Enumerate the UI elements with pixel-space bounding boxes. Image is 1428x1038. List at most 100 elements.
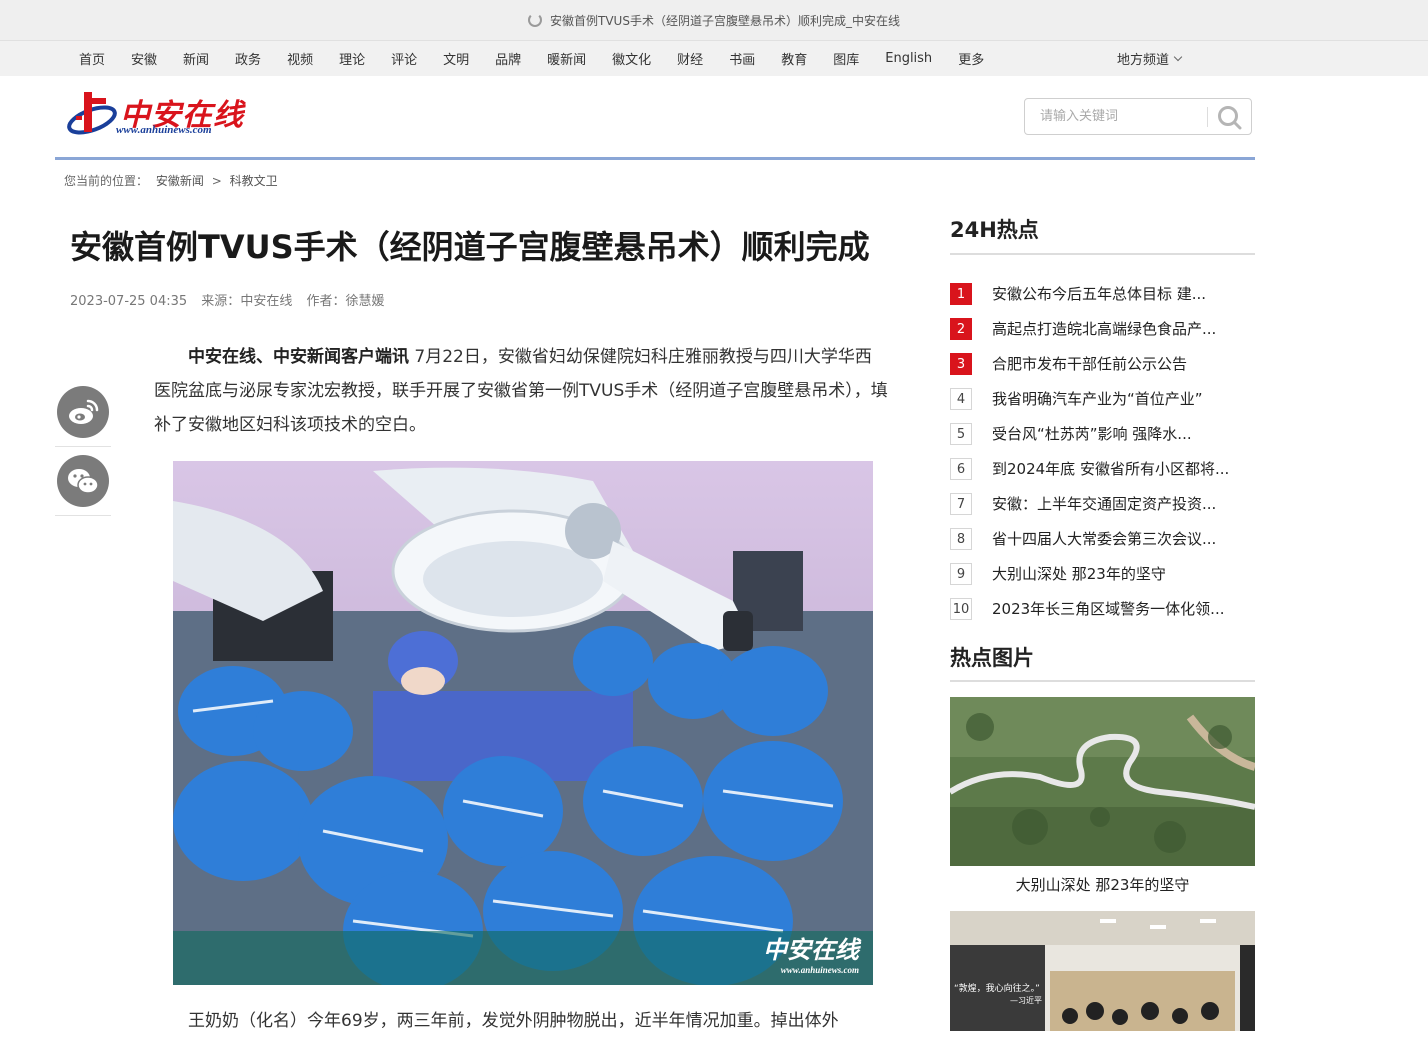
hot-list-item-text: 安徽：上半年交通固定资产投资... xyxy=(992,495,1217,513)
nav-item[interactable]: 品牌 xyxy=(482,49,534,68)
breadcrumb-separator: > xyxy=(211,174,222,188)
nav-item[interactable]: 新闻 xyxy=(170,49,222,68)
nav-item[interactable]: 图库 xyxy=(820,49,872,68)
nav-item[interactable]: 安徽 xyxy=(118,49,170,68)
hot-list-item[interactable]: 4 我省明确汽车产业为“首位产业” xyxy=(950,381,1255,416)
hot-picture-caption[interactable]: 大别山深处 那23年的坚守 xyxy=(950,874,1255,895)
site-logo[interactable]: 中安在线 www.anhuinews.com xyxy=(66,86,246,144)
hot-list-item[interactable]: 6 到2024年底 安徽省所有小区都将... xyxy=(950,451,1255,486)
nav-item[interactable]: 暖新闻 xyxy=(534,49,599,68)
chevron-down-icon xyxy=(1173,52,1183,61)
nav-item[interactable]: 更多 xyxy=(945,49,997,68)
article-photo: 中安在线 www.anhuinews.com xyxy=(173,461,873,985)
breadcrumb-label: 您当前的位置： xyxy=(64,174,149,188)
share-divider xyxy=(55,515,111,516)
rank-badge: 4 xyxy=(950,387,972,410)
share-wechat-button[interactable] xyxy=(57,455,109,507)
regional-channel-label: 地方频道 xyxy=(1117,53,1170,68)
weibo-icon xyxy=(69,399,99,424)
rank-badge: 3 xyxy=(950,352,972,375)
hot-list-item-text: 合肥市发布干部任前公示公告 xyxy=(992,355,1188,373)
logo-url: www.anhuinews.com xyxy=(116,124,212,136)
article-meta: 2023-07-25 04:35 来源：中安在线 作者：徐慧媛 xyxy=(70,290,395,309)
hot-list-item-text: 2023年长三角区域警务一体化领... xyxy=(992,600,1225,618)
source-label: 来源： xyxy=(201,294,241,309)
hot-picture-card[interactable]: “敦煌，我心向往之。” —习近平 xyxy=(950,911,1255,1031)
rank-badge: 9 xyxy=(950,562,972,585)
tab-title[interactable]: 安徽首例TVUS手术（经阴道子宫腹壁悬吊术）顺利完成_中安在线 xyxy=(550,12,900,29)
nav-item[interactable]: English xyxy=(872,51,945,66)
hot-list-item-text: 高起点打造皖北高端绿色食品产... xyxy=(992,320,1217,338)
wechat-icon xyxy=(68,469,99,494)
article-paragraph: 中安在线、中安新闻客户端讯 7月22日，安徽省妇幼保健院妇科庄雅丽教授与四川大学… xyxy=(154,340,888,442)
hot-list-item[interactable]: 3 合肥市发布干部任前公示公告 xyxy=(950,346,1255,381)
rank-badge: 10 xyxy=(950,597,972,620)
surgery-photo-image xyxy=(173,461,873,985)
nav-item[interactable]: 理论 xyxy=(326,49,378,68)
hot-list-item[interactable]: 7 安徽：上半年交通固定资产投资... xyxy=(950,486,1255,521)
nav-item[interactable]: 徽文化 xyxy=(599,49,664,68)
hot-pictures-heading: 热点图片 xyxy=(950,646,1034,670)
mountain-road-image xyxy=(950,697,1255,866)
hot-picture-card[interactable] xyxy=(950,697,1255,866)
hot-list-item-text: 我省明确汽车产业为“首位产业” xyxy=(992,390,1203,408)
nav-item[interactable]: 教育 xyxy=(768,49,820,68)
nav-item[interactable]: 文明 xyxy=(430,49,482,68)
hot-list-item[interactable]: 2 高起点打造皖北高端绿色食品产... xyxy=(950,311,1255,346)
logo-mark-icon xyxy=(67,92,117,135)
top-nav: 首页 安徽 新闻 政务 视频 理论 评论 文明 品牌 暖新闻 徽文化 财经 书画 教育 图库 English 更… xyxy=(0,41,1428,76)
article-paragraph: 王奶奶（化名）今年69岁，两三年前，发觉外阴肿物脱出，近半年情况加重。掉出体外 xyxy=(188,1011,839,1031)
share-divider xyxy=(55,446,111,447)
nav-item[interactable]: 视频 xyxy=(274,49,326,68)
breadcrumb-item-science-edu[interactable]: 科教文卫 xyxy=(230,174,278,188)
search-box xyxy=(1024,98,1252,135)
hot-24h-divider xyxy=(950,253,1255,255)
share-weibo-button[interactable] xyxy=(57,386,109,438)
rank-badge: 1 xyxy=(950,282,972,305)
hot-list-item-text: 安徽公布今后五年总体目标 建... xyxy=(992,285,1207,303)
nav-item[interactable]: 财经 xyxy=(664,49,716,68)
rank-badge: 7 xyxy=(950,492,972,515)
breadcrumb: 您当前的位置： 安徽新闻 > 科教文卫 xyxy=(64,172,282,189)
rank-badge: 5 xyxy=(950,422,972,445)
nav-item[interactable]: 政务 xyxy=(222,49,274,68)
article-title: 安徽首例TVUS手术（经阴道子宫腹壁悬吊术）顺利完成 xyxy=(70,228,870,266)
nav-item[interactable]: 评论 xyxy=(378,49,430,68)
search-divider xyxy=(1207,107,1208,127)
hot-list-item-text: 受台风“杜苏芮”影响 强降水... xyxy=(992,425,1192,443)
nav-item[interactable]: 首页 xyxy=(66,49,118,68)
header-divider xyxy=(55,157,1255,160)
browser-tab-bar: 安徽首例TVUS手术（经阴道子宫腹壁悬吊术）顺利完成_中安在线 xyxy=(0,0,1428,41)
exhibition-banner-text: “敦煌，我心向往之。” xyxy=(954,984,1040,994)
watermark-url: www.anhuinews.com xyxy=(780,965,859,975)
photo-watermark: 中安在线 www.anhuinews.com xyxy=(763,930,859,975)
share-bar xyxy=(55,378,111,516)
search-button[interactable] xyxy=(1215,103,1245,131)
hot-list-item[interactable]: 10 2023年长三角区域警务一体化领... xyxy=(950,591,1255,626)
hot-list-item-text: 到2024年底 安徽省所有小区都将... xyxy=(992,460,1230,478)
exhibition-banner-sub: —习近平 xyxy=(1010,996,1042,1005)
search-input[interactable] xyxy=(1026,100,1206,133)
hot-24h-list: 1 安徽公布今后五年总体目标 建... 2 高起点打造皖北高端绿色食品产... 3 合肥市… xyxy=(950,276,1255,626)
nav-list: 首页 安徽 新闻 政务 视频 理论 评论 文明 品牌 暖新闻 徽文化 财经 书画 教育 图库 English 更… xyxy=(66,41,997,76)
nav-item[interactable]: 书画 xyxy=(716,49,768,68)
hot-list-item[interactable]: 5 受台风“杜苏芮”影响 强降水... xyxy=(950,416,1255,451)
author-label: 作者： xyxy=(306,294,346,309)
search-icon xyxy=(1218,106,1242,130)
watermark-text: 中安在线 xyxy=(763,935,859,964)
hot-list-item[interactable]: 8 省十四届人大常委会第三次会议... xyxy=(950,521,1255,556)
rank-badge: 2 xyxy=(950,317,972,340)
article-source: 中安在线 xyxy=(240,294,293,309)
article-author: 徐慧媛 xyxy=(345,294,385,309)
lead-bold: 中安在线、中安新闻客户端讯 xyxy=(188,347,409,367)
article-date: 2023-07-25 04:35 xyxy=(70,294,188,309)
breadcrumb-item-anhui-news[interactable]: 安徽新闻 xyxy=(156,174,204,188)
hot-list-item[interactable]: 1 安徽公布今后五年总体目标 建... xyxy=(950,276,1255,311)
rank-badge: 6 xyxy=(950,457,972,480)
hot-list-item[interactable]: 9 大别山深处 那23年的坚守 xyxy=(950,556,1255,591)
hot-pictures-divider xyxy=(950,680,1255,682)
hot-list-item-text: 大别山深处 那23年的坚守 xyxy=(992,565,1166,583)
loading-spinner-icon xyxy=(528,13,543,27)
regional-channel-dropdown[interactable]: 地方频道 xyxy=(1117,41,1183,76)
hot-24h-heading: 24H热点 xyxy=(950,218,1039,242)
